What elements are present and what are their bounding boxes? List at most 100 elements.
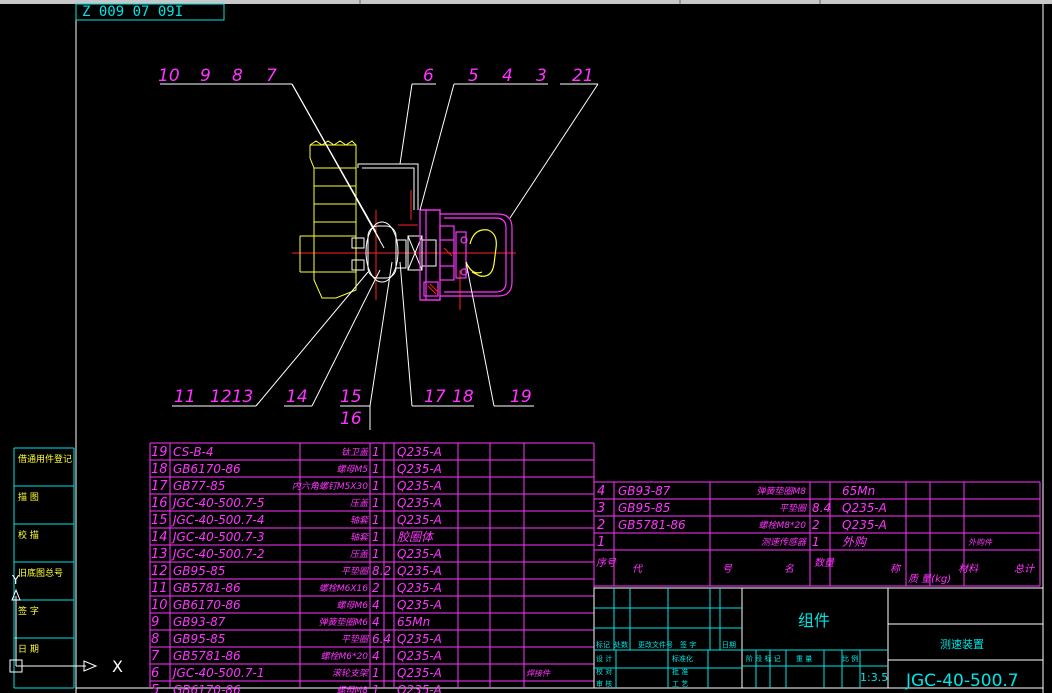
bom-row-name: 压盖 (350, 549, 369, 560)
balloon-labels-top: 10 9 8 7 6 5 4 3 21 (158, 66, 594, 86)
bom-row-no: 15 (151, 513, 168, 528)
title-small-label: 处数 (614, 640, 628, 649)
title-small-label: 标准化 (672, 654, 693, 663)
bom-header-code: 代 (632, 563, 643, 575)
bom-row-code: GB93-87 (173, 615, 226, 629)
bom-row-qty: 2 (372, 581, 380, 595)
bom-row-code: GB93-87 (618, 484, 671, 498)
bom-row-code: GB5781-86 (173, 581, 241, 595)
title-drawing-no: JGC-40-500.7 (905, 671, 1019, 691)
bom-row-no: 10 (151, 598, 168, 613)
balloon-labels-bottom: 11 1213 14 15 16 17 18 19 (174, 387, 532, 429)
bracket (351, 163, 437, 283)
bom-header-material: 称 (890, 563, 902, 575)
bom-row-material: Q235-A (397, 649, 442, 663)
ucs-y-label: Y (11, 573, 20, 587)
bom-header-mass: 质 量(kg) (908, 573, 951, 585)
balloon-19: 19 (510, 387, 532, 407)
bom-row-no: 6 (151, 666, 159, 681)
bom-row-qty: 6.4 (372, 632, 391, 646)
bom-row-material: Q235-A (397, 632, 442, 646)
title-block: 组件测速装置 JGC-40-500.7 1:3.5 标记 处数 更改文件号签 字 日期设 计… (593, 587, 1044, 691)
bom-row-qty: 1 (372, 496, 380, 510)
bom-row-code: GB95-85 (618, 501, 670, 515)
balloon-10: 10 (158, 66, 180, 86)
bom-row-no: 16 (151, 496, 168, 511)
bom-row-no: 17 (151, 479, 168, 494)
housing (419, 209, 513, 301)
bom-row-no: 11 (151, 581, 168, 596)
left-side-strip: 借通用件登记描 图校 描旧底图总号签 字日 期 (13, 447, 75, 689)
bom-row-material: 65Mn (397, 615, 430, 629)
bom-row-code: GB95-85 (173, 632, 225, 646)
balloon-16: 16 (340, 409, 362, 429)
title-small-label: 更改文件号 (638, 640, 673, 649)
bom-row-code: JGC-40-500.7-5 (171, 496, 264, 510)
title-small-label: 校 对 (596, 667, 612, 676)
bom-row-no: 3 (597, 501, 605, 516)
bom-row-code: CS-B-4 (173, 445, 214, 459)
bom-row-name: 轴套 (350, 515, 370, 526)
balloon-5: 5 (468, 66, 479, 86)
balloon-12-13: 1213 (210, 387, 253, 407)
bom-row-qty: 1 (812, 535, 820, 549)
bom-row-material: 胶圈体 (397, 530, 435, 544)
title-small-label: 审 核 (596, 679, 612, 688)
bom-row-material: Q235-A (842, 501, 887, 515)
balloon-21: 21 (572, 66, 594, 86)
balloon-15: 15 (340, 387, 362, 407)
bom-row-no: 8 (151, 632, 159, 647)
bom-row-no: 4 (597, 484, 605, 499)
balloon-9: 9 (200, 66, 211, 86)
bom-row-no: 13 (151, 547, 168, 562)
bom-row-name: 螺栓M6*20 (321, 651, 369, 662)
bom-row-name: 轴套 (350, 532, 370, 543)
bom-row-name: 弹簧垫圈M6 (319, 617, 369, 628)
ucs-icon: X Y (9, 573, 123, 676)
title-small-label: 比 例 (842, 654, 858, 663)
title-small-label: 设 计 (596, 654, 612, 663)
bom-row-qty: 8.2 (372, 564, 391, 578)
left-strip-label: 签 字 (18, 605, 39, 617)
bom-header-qty: 数量 (814, 557, 835, 569)
title-small-label: 批 准 (672, 667, 688, 676)
bom-row-qty: 1 (372, 513, 380, 527)
bom-row-material: Q235-A (397, 479, 442, 493)
bom-row-name: 螺母M8 (337, 685, 369, 693)
bom-row-name: 螺栓M6X16 (319, 583, 368, 594)
bom-row-code: JGC-40-500.7-2 (171, 547, 264, 561)
bom-row-note: 焊接件 (526, 669, 551, 678)
bom-row-name: 滚轮支架 (332, 668, 369, 679)
leader-lines (160, 83, 599, 430)
bom-row-name: 测速传感器 (761, 537, 807, 548)
left-strip-label: 日 期 (18, 644, 39, 655)
left-strip-label: 描 图 (18, 491, 39, 503)
bom-row-material: Q235-A (397, 496, 442, 510)
bom-row-code: JGC-40-500.7-4 (171, 513, 264, 527)
bom-row-code: JGC-40-500.7-3 (171, 530, 264, 544)
bom-row-no: 7 (151, 649, 160, 664)
balloon-17: 17 (424, 387, 446, 407)
bom-header-code2: 号 (722, 564, 733, 575)
bom-row-material: Q235-A (397, 513, 442, 527)
title-small-label: 日期 (722, 641, 736, 649)
bom-row-no: 19 (151, 445, 168, 460)
bom-row-name: 平垫圈 (779, 503, 808, 514)
bom-header-material2: 材料 (958, 563, 979, 575)
bom-row-qty: 1 (372, 666, 380, 680)
bom-row-no: 18 (151, 462, 168, 477)
cad-drawing-canvas[interactable]: Z 009 07 09I 借通用件登记描 图校 描旧底图总号签 字日 期 10 … (0, 0, 1052, 693)
bom-row-name: 螺栓M8*20 (759, 520, 807, 531)
balloon-14: 14 (286, 387, 308, 407)
bom-row-name: 钛卫盖 (341, 447, 369, 458)
bom-row-name: 螺母M5 (337, 464, 369, 475)
bom-row-qty: 2 (812, 518, 820, 532)
title-small-label: 签 字 (680, 640, 696, 649)
title-scale: 1:3.5 (860, 671, 888, 684)
bom-row-material: Q235-A (397, 564, 442, 578)
bom-row-name: 平垫圈 (341, 566, 370, 577)
title-small-label: 阶 段 标 记 (746, 654, 781, 663)
bom-header-no: 序号 (596, 557, 617, 569)
bom-row-qty: 1 (372, 530, 380, 544)
ucs-x-label: X (112, 657, 123, 676)
